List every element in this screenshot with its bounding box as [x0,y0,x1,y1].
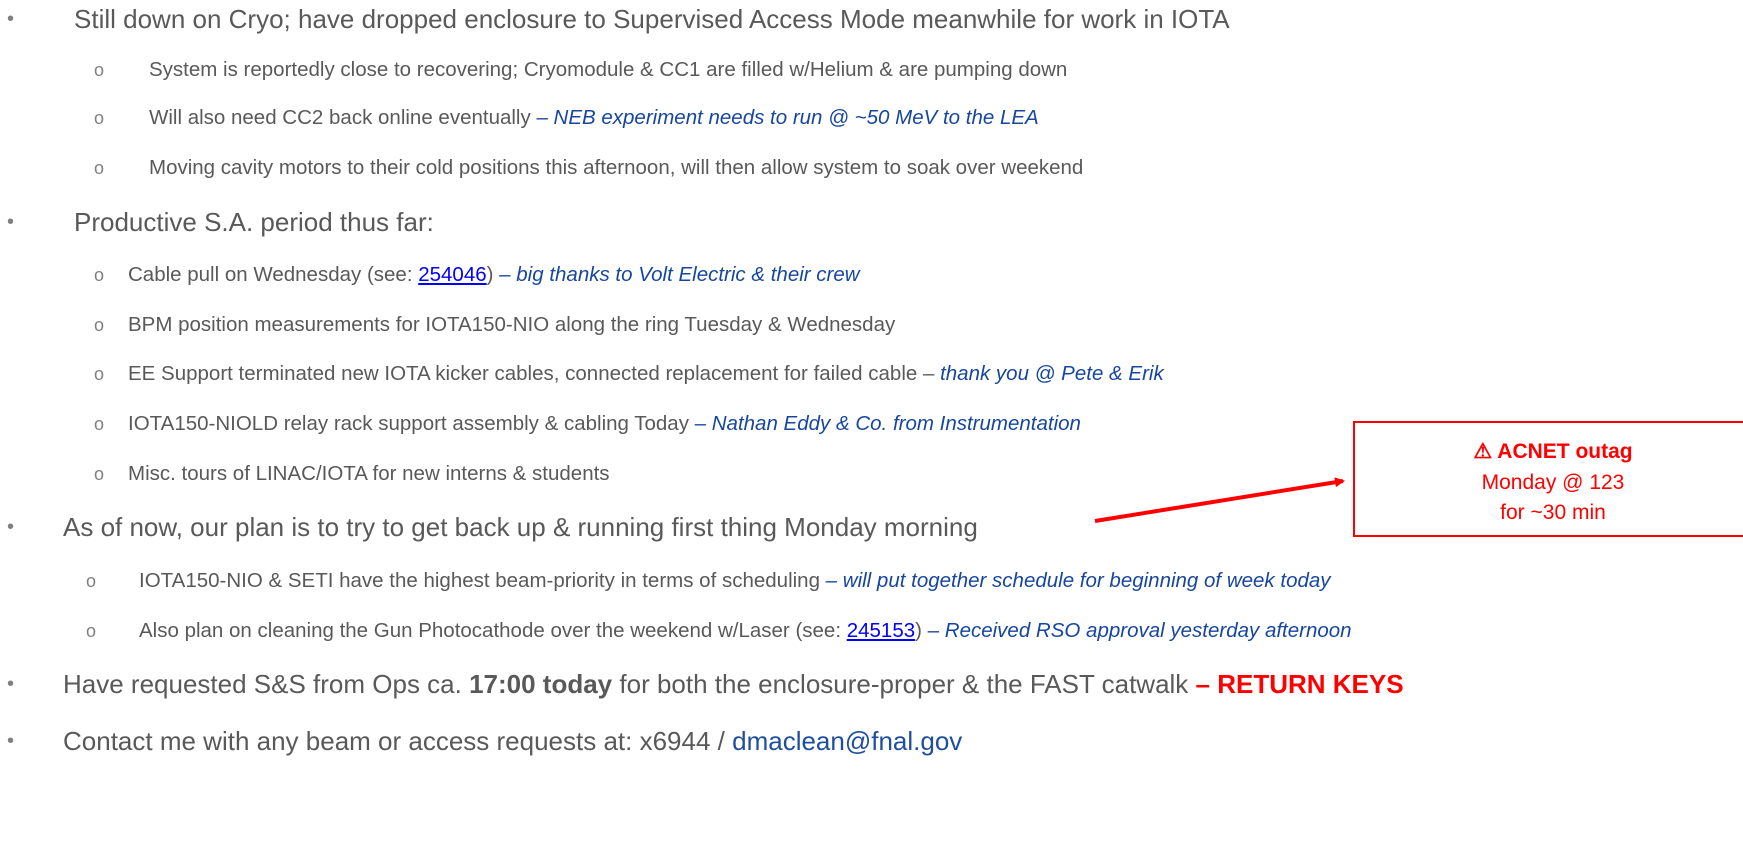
callout-title: ACNET outag [1497,440,1633,463]
callout-title-row: ⚠ ACNET outag [1355,439,1743,464]
callout-line-date: Monday @ 123 [1481,471,1625,494]
acnet-outage-callout: ⚠ ACNET outag Monday @ 123 for ~30 min [1353,421,1743,537]
warning-icon: ⚠ [1473,440,1493,463]
callout-line-duration: for ~30 min [1500,501,1606,524]
